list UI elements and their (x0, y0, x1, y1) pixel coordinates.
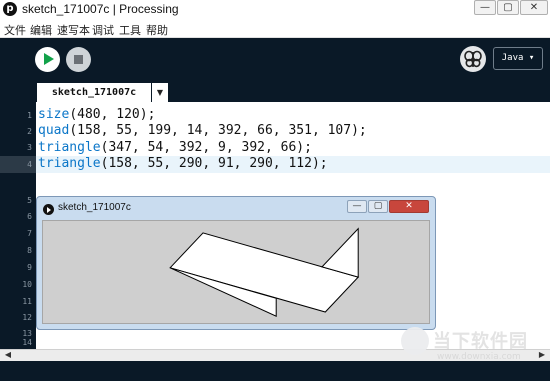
close-button[interactable]: ✕ (520, 0, 548, 15)
line-number: 7 (27, 229, 32, 238)
code-line: triangle(158, 55, 290, 91, 290, 112); (38, 156, 328, 171)
sketch-drawing (169, 227, 360, 317)
sketch-maximize-button[interactable]: ▢ (368, 200, 388, 213)
menu-tools[interactable]: 工具 (119, 22, 141, 38)
title-bar: p sketch_171007c | Processing — ▢ ✕ (0, 0, 550, 19)
debug-button[interactable] (460, 46, 486, 72)
line-number: 13 (22, 329, 32, 338)
menu-edit[interactable]: 编辑 (30, 22, 52, 38)
code-args: (158, 55, 290, 91, 290, 112); (100, 156, 328, 171)
stop-button[interactable] (66, 47, 91, 72)
line-number: 11 (22, 297, 32, 306)
code-line: quad(158, 55, 199, 14, 392, 66, 351, 107… (38, 123, 367, 138)
line-number: 6 (27, 212, 32, 221)
sketch-close-button[interactable]: ✕ (389, 200, 429, 213)
menu-help[interactable]: 帮助 (146, 22, 168, 38)
scroll-right-icon[interactable]: ▶ (536, 349, 548, 361)
watermark-url: www.downxia.com (437, 352, 521, 362)
tab-menu-button[interactable]: ▼ (152, 83, 168, 102)
sketch-window-title: sketch_171007c (58, 202, 131, 213)
code-args: (480, 120); (69, 107, 156, 122)
line-number: 12 (22, 313, 32, 322)
code-function: size (38, 107, 70, 122)
menu-debug[interactable]: 调试 (92, 22, 114, 38)
menu-bar: 文件 编辑 速写本 调试 工具 帮助 (0, 19, 550, 38)
sketch-canvas (42, 220, 430, 324)
line-number: 8 (27, 246, 32, 255)
scroll-left-icon[interactable]: ◀ (2, 349, 14, 361)
sketch-window[interactable]: sketch_171007c — ▢ ✕ (36, 196, 436, 330)
code-line: triangle(347, 54, 392, 9, 392, 66); (38, 140, 312, 155)
line-number: 1 (27, 111, 32, 120)
watermark-brand: 当下软件园 (433, 331, 528, 352)
line-number-gutter (0, 102, 36, 349)
line-number: 2 (27, 127, 32, 136)
line-number: 14 (22, 338, 32, 347)
code-function: triangle (38, 156, 101, 171)
window-title: sketch_171007c | Processing (22, 2, 179, 16)
menu-sketch[interactable]: 速写本 (57, 22, 90, 38)
code-args: (158, 55, 199, 14, 392, 66, 351, 107); (69, 123, 367, 138)
maximize-button[interactable]: ▢ (497, 0, 519, 15)
status-bar (0, 361, 550, 381)
menu-file[interactable]: 文件 (4, 22, 26, 38)
line-number: 3 (27, 143, 32, 152)
code-args: (347, 54, 392, 9, 392, 66); (100, 140, 312, 155)
butterfly-icon (464, 50, 482, 68)
minimize-button[interactable]: — (474, 0, 496, 15)
line-number: 5 (27, 196, 32, 205)
line-number: 10 (22, 280, 32, 289)
code-function: triangle (38, 140, 101, 155)
line-number: 9 (27, 263, 32, 272)
watermark-logo-icon (401, 327, 429, 355)
code-line: size(480, 120); (38, 107, 155, 122)
mode-selector[interactable]: Java ▾ (493, 47, 543, 70)
line-number: 4 (27, 160, 32, 169)
processing-logo-icon: p (3, 2, 17, 16)
code-function: quad (38, 123, 70, 138)
tab-sketch[interactable]: sketch_171007c (37, 83, 151, 102)
processing-run-icon (43, 204, 54, 215)
run-button[interactable] (35, 47, 60, 72)
sketch-minimize-button[interactable]: — (347, 200, 367, 213)
